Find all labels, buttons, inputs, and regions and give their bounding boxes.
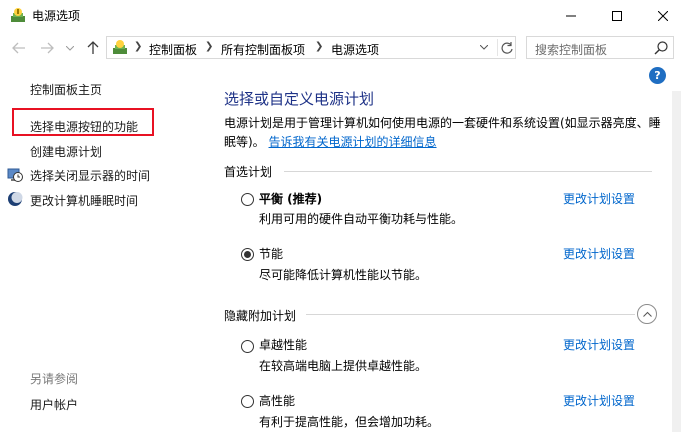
sleep-moon-icon (8, 192, 23, 206)
page-title: 选择或自定义电源计划 (224, 90, 375, 108)
forward-button[interactable] (38, 39, 56, 57)
chevron-down-icon (480, 45, 488, 50)
title-bar: 电源选项 (0, 0, 686, 31)
chevron-right-icon[interactable]: ❯ (205, 41, 213, 52)
plan-name-ultimate: 卓越性能 (259, 338, 308, 352)
chevron-down-icon (66, 45, 74, 51)
hidden-plans-heading: 隐藏附加计划 (224, 309, 297, 323)
change-plan-settings-power-saver[interactable]: 更改计划设置 (563, 245, 635, 262)
refresh-icon (500, 41, 513, 54)
section-divider (284, 171, 652, 172)
search-input[interactable]: 搜索控制面板 (535, 41, 607, 58)
minimize-button[interactable] (548, 0, 594, 31)
plan-desc-ultimate: 在较高端电脑上提供卓越性能。 (259, 359, 428, 373)
up-button[interactable] (84, 39, 102, 57)
user-accounts-link[interactable]: 用户帐户 (30, 396, 78, 413)
plan-name-power-saver: 节能 (259, 247, 284, 261)
address-bar[interactable]: ❯ 控制面板 ❯ 所有控制面板项 ❯ 电源选项 (106, 36, 516, 59)
search-box[interactable]: 搜索控制面板 (526, 36, 674, 59)
maximize-icon (612, 10, 622, 21)
section-divider (306, 314, 635, 315)
search-icon[interactable] (654, 41, 668, 55)
help-icon[interactable]: ? (649, 67, 666, 84)
close-icon (658, 10, 668, 21)
window-title: 电源选项 (32, 9, 81, 23)
breadcrumb-all-items[interactable]: 所有控制面板项 (221, 41, 305, 58)
preferred-plans-heading: 首选计划 (224, 165, 273, 179)
chevron-right-icon[interactable]: ❯ (315, 41, 323, 52)
breadcrumb-power-options[interactable]: 电源选项 (331, 41, 379, 58)
plan-radio-ultimate[interactable] (241, 340, 254, 353)
description: 电源计划是用于管理计算机如何使用电源的一套硬件和系统设置(如显示器亮度、睡眠等)… (224, 114, 664, 152)
address-dropdown-button[interactable] (477, 40, 491, 55)
power-options-icon (11, 8, 25, 22)
arrow-right-icon (41, 42, 54, 54)
change-plan-settings-high-performance[interactable]: 更改计划设置 (563, 392, 635, 409)
plan-desc-balanced: 利用可用的硬件自动平衡功耗与性能。 (259, 212, 464, 226)
vertical-scrollbar[interactable] (668, 91, 685, 432)
left-navigation-pane: 控制面板主页 选择电源按钮的功能 创建电源计划 选择关闭显示器的时间 更改计算机… (0, 63, 206, 432)
back-button[interactable] (10, 39, 28, 57)
arrow-left-icon (12, 42, 25, 54)
recent-locations-dropdown[interactable] (64, 39, 76, 57)
plan-desc-power-saver: 尽可能降低计算机性能以节能。 (259, 268, 428, 282)
refresh-button[interactable] (497, 39, 513, 56)
choose-power-button-link[interactable]: 选择电源按钮的功能 (30, 118, 138, 135)
chevron-up-icon (642, 311, 652, 317)
scrollbar-thumb[interactable] (672, 91, 681, 432)
see-also-heading: 另请参阅 (30, 372, 79, 386)
control-panel-icon (113, 40, 127, 54)
power-plan-info-link[interactable]: 告诉我有关电源计划的详细信息 (269, 135, 437, 149)
plan-radio-high-performance[interactable] (241, 395, 254, 408)
plan-desc-high-performance: 有利于提高性能，但会增加功耗。 (259, 415, 440, 429)
chevron-right-icon[interactable]: ❯ (134, 41, 142, 52)
collapse-hidden-plans-button[interactable] (637, 304, 657, 324)
main-content: ? 选择或自定义电源计划 电源计划是用于管理计算机如何使用电源的一套硬件和系统设… (206, 63, 686, 432)
plan-name-balanced: 平衡 (推荐) (259, 192, 323, 206)
plan-radio-balanced[interactable] (241, 193, 254, 206)
control-panel-home-link[interactable]: 控制面板主页 (30, 81, 102, 98)
change-plan-settings-balanced[interactable]: 更改计划设置 (563, 190, 635, 207)
change-plan-settings-ultimate[interactable]: 更改计划设置 (563, 336, 635, 353)
minimize-icon (566, 15, 576, 16)
display-off-time-link[interactable]: 选择关闭显示器的时间 (30, 167, 150, 184)
breadcrumb-control-panel[interactable]: 控制面板 (149, 41, 197, 58)
plan-name-high-performance: 高性能 (259, 394, 296, 408)
sleep-time-link[interactable]: 更改计算机睡眠时间 (30, 192, 138, 209)
plan-radio-power-saver[interactable] (241, 248, 254, 261)
maximize-button[interactable] (594, 0, 640, 31)
close-button[interactable] (640, 0, 686, 31)
monitor-clock-icon (7, 168, 23, 182)
arrow-up-icon (87, 41, 99, 54)
navigation-bar: ❯ 控制面板 ❯ 所有控制面板项 ❯ 电源选项 搜索控制面板 (0, 31, 686, 63)
create-power-plan-link[interactable]: 创建电源计划 (30, 143, 102, 160)
